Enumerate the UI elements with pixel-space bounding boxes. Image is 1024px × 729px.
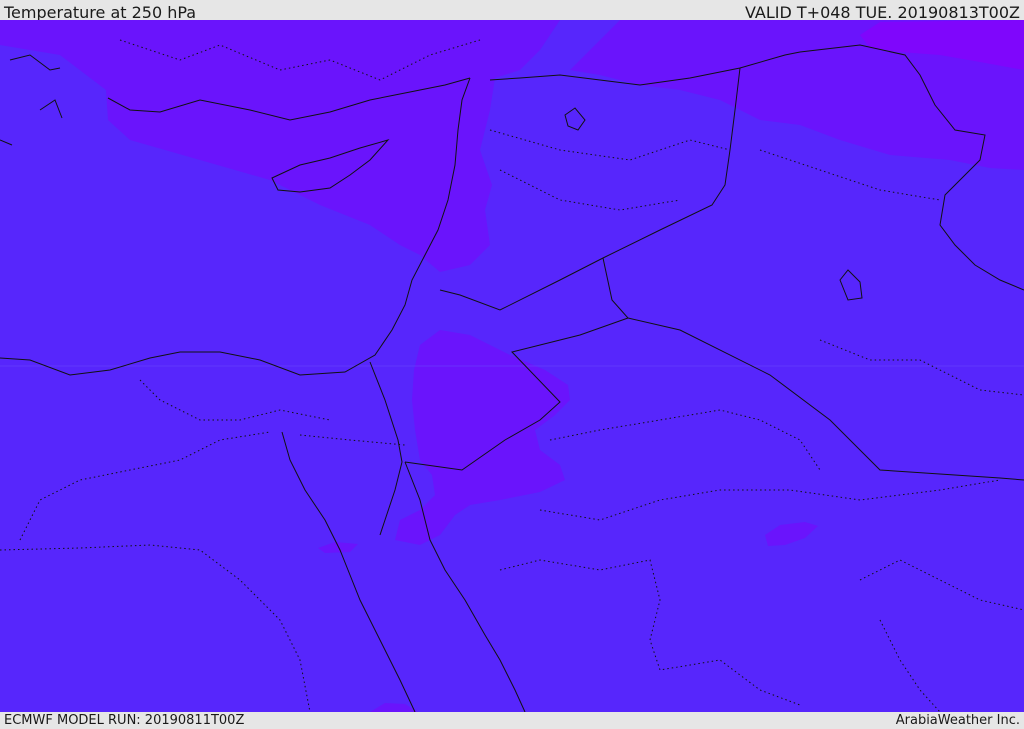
model-run-label: ECMWF MODEL RUN: 20190811T00Z <box>4 713 245 728</box>
map-canvas <box>0 20 1024 712</box>
credit-label: ArabiaWeather Inc. <box>895 713 1020 728</box>
map-footer: ECMWF MODEL RUN: 20190811T00Z ArabiaWeat… <box>0 712 1024 729</box>
forecast-map-page: Temperature at 250 hPa VALID T+048 TUE. … <box>0 0 1024 729</box>
map-header: Temperature at 250 hPa VALID T+048 TUE. … <box>0 0 1024 22</box>
temperature-map[interactable] <box>0 20 1024 712</box>
